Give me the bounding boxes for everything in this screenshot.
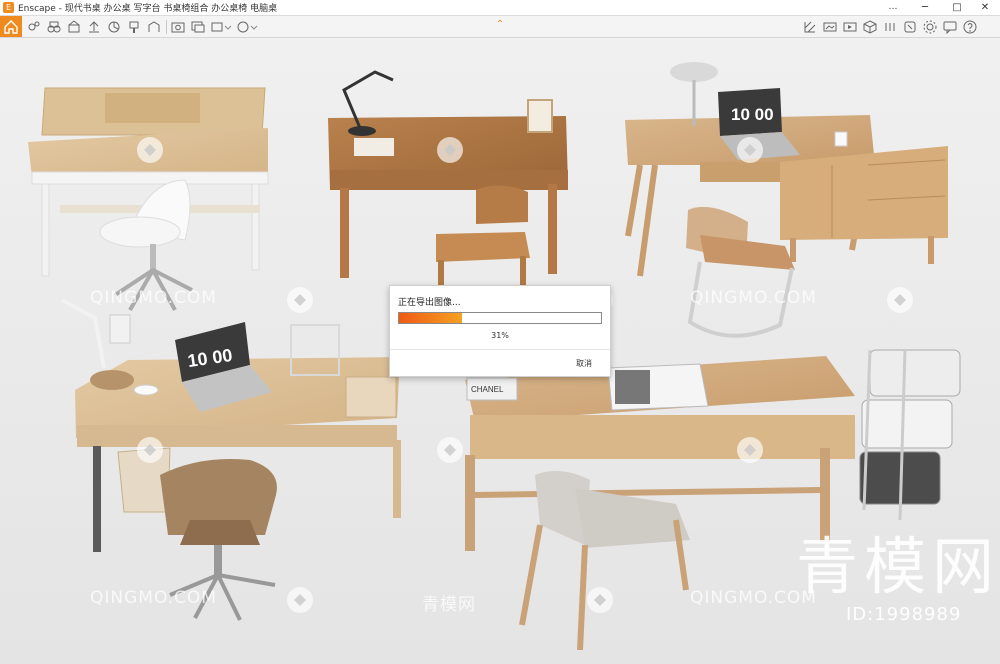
progress-bar [398, 312, 602, 324]
chair-knit-wood [519, 471, 690, 651]
feedback-icon[interactable] [942, 19, 958, 35]
chair-wood-walnut [436, 185, 530, 290]
watermark-logo-icon [285, 285, 315, 315]
cancel-button[interactable]: 取消 [576, 358, 592, 369]
chair-cesca [686, 206, 795, 338]
link-icon[interactable] [882, 19, 898, 35]
grid-icon[interactable] [802, 19, 818, 35]
gear-icon[interactable] [922, 19, 938, 35]
enscape-toolbar: ⌃ [0, 16, 1000, 38]
progress-fill [399, 313, 462, 323]
dialog-divider [390, 349, 610, 350]
paint-icon[interactable] [126, 19, 142, 35]
settings-icon[interactable] [146, 19, 162, 35]
toolbar-divider [166, 20, 167, 34]
watermark-big-cn: 青模网 [796, 530, 1000, 603]
window-menu-button[interactable]: … [878, 0, 908, 16]
enscape-app-icon: E [3, 2, 14, 13]
cube-icon[interactable] [862, 19, 878, 35]
upload-icon[interactable] [86, 19, 102, 35]
dialog-title: 正在导出图像... [398, 298, 461, 308]
watermark-text-cn: 青模网 [422, 595, 476, 615]
web-icon[interactable] [236, 19, 258, 35]
watermark-logo-icon [885, 285, 915, 315]
asset-icon[interactable] [26, 19, 42, 35]
book-spine: CHANEL [471, 385, 504, 394]
progress-percent: 31% [491, 331, 509, 340]
home-icon[interactable] [0, 16, 22, 37]
rolling-cart [859, 349, 961, 521]
window-title: Enscape - 现代书桌 办公桌 写字台 书桌椅组合 办公桌椅 电脑桌 [18, 4, 278, 14]
palette-icon[interactable] [902, 19, 918, 35]
watermark-logo-icon [585, 585, 615, 615]
help-icon[interactable] [962, 19, 978, 35]
title-bar: E Enscape - 现代书桌 办公桌 写字台 书桌椅组合 办公桌椅 电脑桌 … [0, 0, 1000, 16]
collapse-toolbar-icon[interactable]: ⌃ [494, 20, 506, 30]
bim-icon[interactable] [66, 19, 82, 35]
video-icon[interactable] [842, 19, 858, 35]
watermark-id: ID:1998989 [846, 604, 962, 625]
watermark-logo-icon [285, 585, 315, 615]
maximize-button[interactable]: □ [942, 0, 972, 16]
views-icon[interactable] [106, 19, 122, 35]
export-icon[interactable] [210, 19, 232, 35]
watermark-logo-icon [735, 135, 765, 165]
watermark-text: QINGMO.COM [90, 588, 217, 608]
watermark-text: QINGMO.COM [690, 288, 817, 308]
panorama-icon[interactable] [822, 19, 838, 35]
watermark-text: QINGMO.COM [90, 288, 217, 308]
screenshot-icon[interactable] [170, 19, 186, 35]
minimize-button[interactable]: ─ [910, 0, 940, 16]
watermark-logo-icon [735, 435, 765, 465]
watermark-logo-icon [135, 435, 165, 465]
desk-oak-cabinet [625, 62, 948, 277]
batch-icon[interactable] [190, 19, 206, 35]
laptop-1-clock: 10 00 [731, 105, 774, 124]
desk-white-hutch [28, 87, 269, 277]
watermark-logo-icon [435, 135, 465, 165]
binoculars-icon[interactable] [46, 19, 62, 35]
watermark-logo-icon [135, 135, 165, 165]
export-progress-dialog: 正在导出图像... 31% 取消 [389, 285, 611, 377]
watermark-logo-icon [435, 435, 465, 465]
close-button[interactable]: ✕ [970, 0, 1000, 16]
